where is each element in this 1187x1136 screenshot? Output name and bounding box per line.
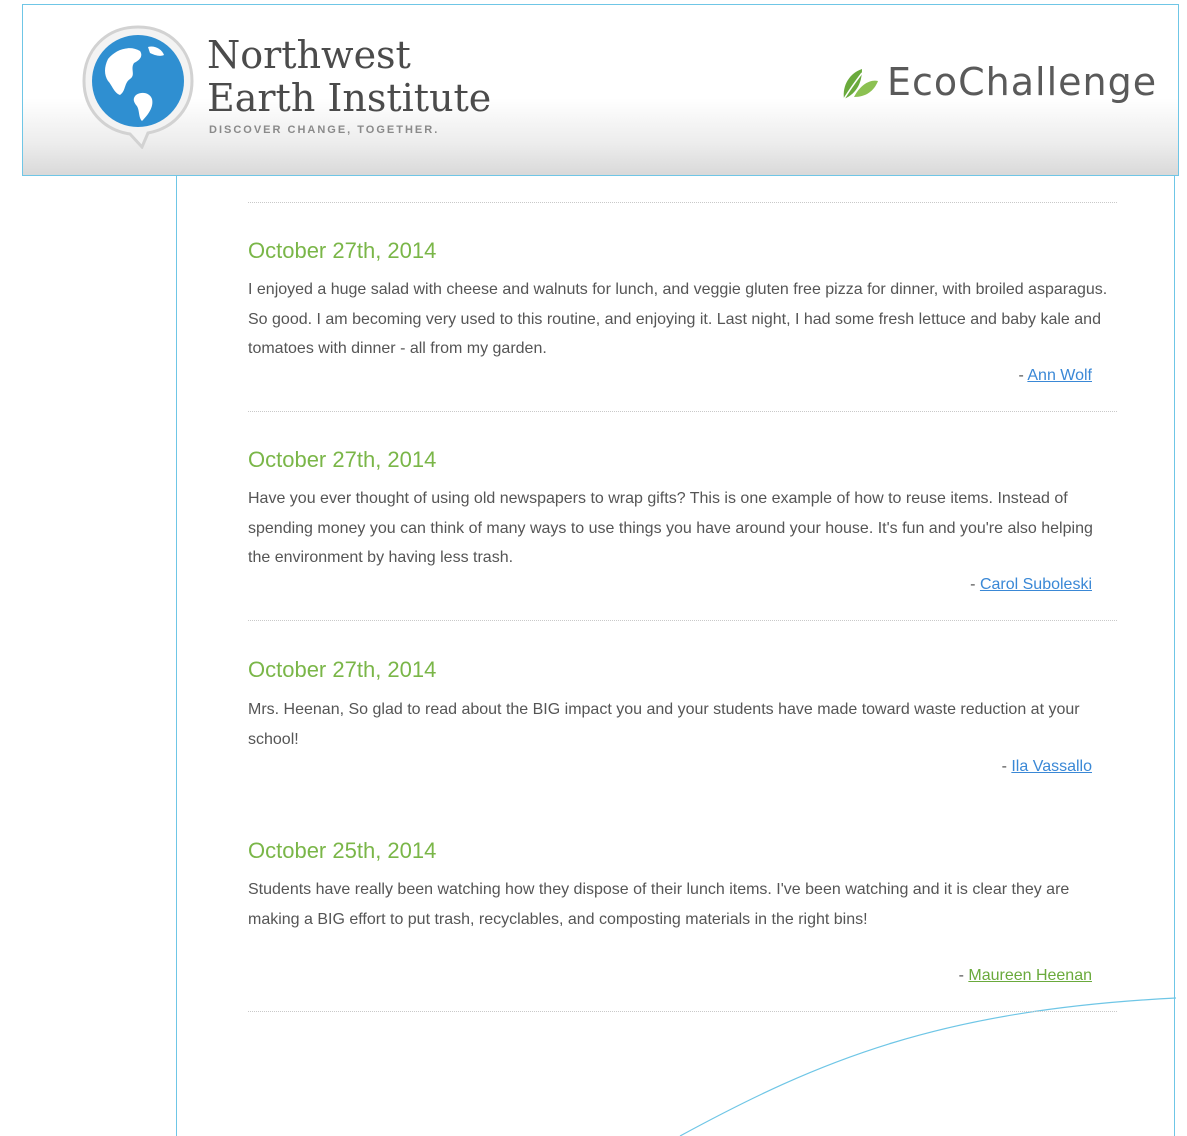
author-prefix: - (958, 967, 969, 984)
org-name-line2: Earth Institute (207, 76, 492, 120)
entry-date: October 27th, 2014 (248, 447, 437, 472)
entry-date: October 27th, 2014 (248, 238, 437, 263)
entry-author: - Ann Wolf (1018, 367, 1092, 385)
globe-speech-bubble-icon[interactable] (78, 21, 198, 149)
entry-text: I enjoyed a huge salad with cheese and w… (248, 281, 1108, 357)
program-name[interactable]: EcoChallenge (887, 60, 1157, 104)
entry-date: October 25th, 2014 (248, 838, 437, 863)
author-link[interactable]: Ann Wolf (1027, 367, 1092, 384)
author-prefix: - (970, 576, 980, 593)
entry-author: - Maureen Heenan (959, 967, 1092, 985)
author-link[interactable]: Ila Vassallo (1011, 758, 1092, 775)
entry-author: - Ila Vassallo (1002, 758, 1092, 776)
org-tagline: DISCOVER CHANGE, TOGETHER. (209, 124, 440, 136)
entry-date: October 27th, 2014 (248, 657, 437, 682)
entry-text: Mrs. Heenan, So glad to read about the B… (248, 701, 1080, 748)
entry-text: Have you ever thought of using old newsp… (248, 490, 1093, 566)
entry-divider (248, 1011, 1117, 1012)
site-header: Northwest Earth Institute DISCOVER CHANG… (22, 4, 1179, 176)
entry-divider (248, 620, 1117, 621)
leaf-icon (843, 69, 878, 100)
author-prefix: - (1001, 758, 1012, 775)
entry-divider (248, 202, 1117, 203)
org-name-line1: Northwest (207, 33, 411, 77)
author-link[interactable]: Carol Suboleski (980, 576, 1092, 593)
entry-author: - Carol Suboleski (970, 576, 1092, 594)
entry-text: Students have really been watching how t… (248, 881, 1070, 928)
entry-divider (248, 411, 1117, 412)
author-link[interactable]: Maureen Heenan (968, 967, 1092, 984)
